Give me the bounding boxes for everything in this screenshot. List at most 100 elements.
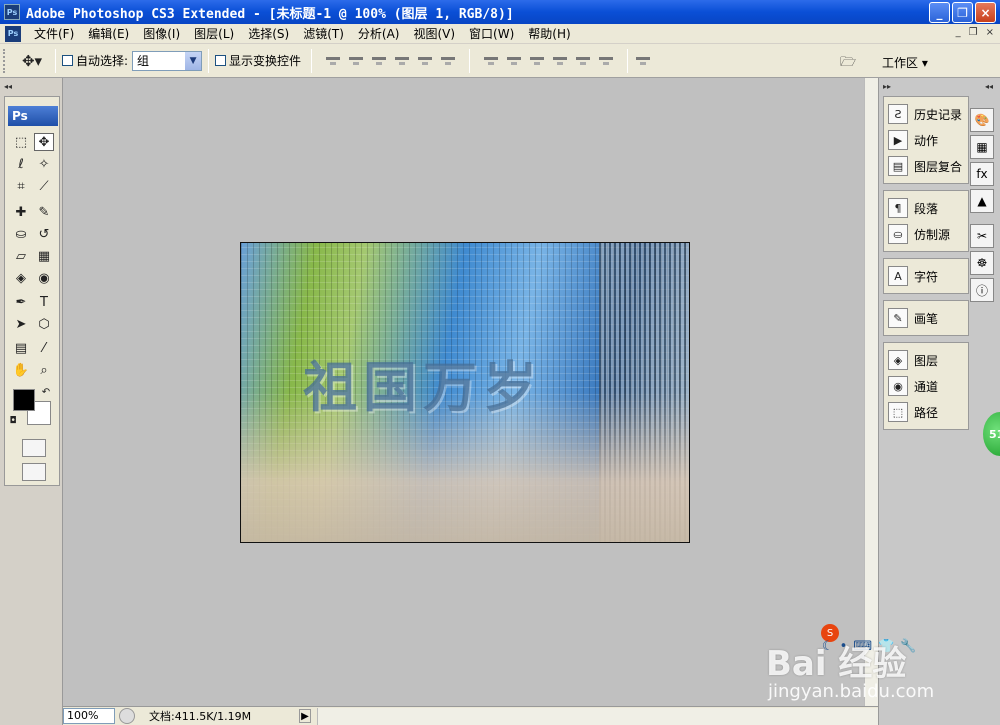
panel-brushes-button[interactable]: ✎ 画笔 [884,305,968,331]
auto-select-checkbox[interactable] [62,55,73,66]
chevron-down-icon[interactable]: ▼ [185,51,202,70]
layer-comps-icon: ▤ [888,156,908,176]
swatches-panel-icon[interactable]: ▦ [970,135,994,159]
close-button[interactable]: × [975,2,996,23]
menu-edit[interactable]: 编辑(E) [81,25,136,42]
path-selection-tool-icon[interactable]: ➤ [11,315,31,333]
type-tool-icon[interactable]: T [34,293,54,311]
panel-layers-button[interactable]: ◈ 图层 [884,347,968,373]
panel-paths-button[interactable]: ⬚ 路径 [884,399,968,425]
document-canvas[interactable]: 祖国万岁 [240,242,690,543]
menu-select[interactable]: 选择(S) [241,25,296,42]
distribute-bottom-icon[interactable] [528,54,546,68]
zoom-tool-icon[interactable]: ⌕ [34,361,54,379]
auto-select-dropdown[interactable]: 组 ▼ [132,50,203,71]
panel-layer-comps-button[interactable]: ▤ 图层复合 [884,153,968,179]
collapse-arrows-icon[interactable]: ◂◂ [985,82,993,91]
slice-tool-icon[interactable]: ⟋ [34,177,54,195]
styles-panel-icon[interactable]: fx [970,162,994,186]
healing-brush-tool-icon[interactable]: ✚ [11,203,31,221]
brush-tool-icon[interactable]: ✎ [34,203,54,221]
window-title: Adobe Photoshop CS3 Extended - [未标题-1 @ … [26,6,514,22]
eraser-tool-icon[interactable]: ▱ [11,247,31,265]
menu-window[interactable]: 窗口(W) [462,25,521,42]
document-icon[interactable]: Ps [5,25,21,42]
align-left-icon[interactable] [393,54,411,68]
panel-history-button[interactable]: Ƨ 历史记录 [884,101,968,127]
zoom-level-field[interactable]: 100% [63,708,115,724]
eyedropper-tool-icon[interactable]: ⁄ [34,339,54,357]
swap-colors-icon[interactable]: ↶ [39,385,53,399]
tool-presets-panel-icon[interactable]: ✂ [970,224,994,248]
distribute-top-icon[interactable] [482,54,500,68]
status-info-icon[interactable] [119,708,135,724]
screen-mode-button[interactable] [22,463,46,481]
menu-view[interactable]: 视图(V) [406,25,462,42]
separator [469,48,471,73]
pen-tool-icon[interactable]: ✒ [11,293,31,311]
doc-minimize-button[interactable]: _ [956,27,961,38]
separator [208,48,210,73]
panel-character-button[interactable]: A 字符 [884,263,968,289]
distribute-left-icon[interactable] [551,54,569,68]
menu-layer[interactable]: 图层(L) [187,25,241,42]
photoshop-app-icon[interactable]: Ps [4,4,20,20]
magic-wand-tool-icon[interactable]: ✧ [34,155,54,173]
panel-actions-button[interactable]: ▶ 动作 [884,127,968,153]
menu-help[interactable]: 帮助(H) [521,25,577,42]
align-top-icon[interactable] [324,54,342,68]
foreground-color-swatch[interactable] [13,389,35,411]
align-bottom-icon[interactable] [370,54,388,68]
paths-icon: ⬚ [888,402,908,422]
hand-tool-icon[interactable]: ✋ [11,361,31,379]
distribute-vcenter-icon[interactable] [505,54,523,68]
minimize-button[interactable]: _ [929,2,950,23]
status-menu-arrow-icon[interactable]: ▶ [299,709,311,723]
histogram-panel-icon[interactable]: ▲ [970,189,994,213]
blur-tool-icon[interactable]: ◈ [11,269,31,287]
marquee-tool-icon[interactable]: ⬚ [11,133,31,151]
move-tool-icon[interactable]: ✥ [34,133,54,151]
options-bar-grip[interactable] [3,48,9,73]
navigator-panel-icon[interactable]: ☸ [970,251,994,275]
distribute-right-icon[interactable] [597,54,615,68]
align-hcenter-icon[interactable] [416,54,434,68]
history-brush-tool-icon[interactable]: ↺ [34,225,54,243]
doc-close-button[interactable]: × [986,27,994,38]
ps-badge[interactable]: Ps [8,106,58,126]
collapse-arrows-icon[interactable]: ◂◂ [4,82,12,91]
notes-tool-icon[interactable]: ▤ [11,339,31,357]
lasso-tool-icon[interactable]: ℓ [11,155,31,173]
doc-restore-button[interactable]: ❐ [969,27,978,38]
file-browser-icon[interactable]: 🗁 [840,53,864,70]
align-vcenter-icon[interactable] [347,54,365,68]
panel-paragraph-button[interactable]: ¶ 段落 [884,195,968,221]
menu-image[interactable]: 图像(I) [136,25,187,42]
panel-clone-source-button[interactable]: ⛀ 仿制源 [884,221,968,247]
default-colors-icon[interactable]: ◘ [7,415,19,427]
panel-paths-label: 路径 [914,405,939,420]
distribute-hcenter-icon[interactable] [574,54,592,68]
info-panel-icon[interactable]: ⓘ [970,278,994,302]
quick-mask-button[interactable] [22,439,46,457]
vertical-scrollbar[interactable] [864,78,878,706]
align-right-icon[interactable] [439,54,457,68]
shape-tool-icon[interactable]: ⬡ [34,315,54,333]
menu-analysis[interactable]: 分析(A) [351,25,407,42]
move-tool-preset-icon[interactable]: ✥▾ [15,50,49,72]
menu-filter[interactable]: 滤镜(T) [296,25,351,42]
auto-align-layers-icon[interactable] [634,54,652,68]
restore-button[interactable]: ❐ [952,2,973,23]
panel-group-paragraph: ¶ 段落 ⛀ 仿制源 [883,190,969,252]
menu-file[interactable]: 文件(F) [27,25,81,42]
panel-channels-button[interactable]: ◉ 通道 [884,373,968,399]
panel-group-history: Ƨ 历史记录 ▶ 动作 ▤ 图层复合 [883,96,969,184]
show-transform-checkbox[interactable] [215,55,227,66]
gradient-tool-icon[interactable]: ▦ [34,247,54,265]
clone-stamp-tool-icon[interactable]: ⛀ [11,225,31,243]
workspace-button[interactable]: 工作区 ▾ [882,54,928,71]
dodge-tool-icon[interactable]: ◉ [34,269,54,287]
expand-arrows-icon[interactable]: ▸▸ [883,82,891,91]
crop-tool-icon[interactable]: ⌗ [11,177,31,195]
color-panel-icon[interactable]: 🎨 [970,108,994,132]
